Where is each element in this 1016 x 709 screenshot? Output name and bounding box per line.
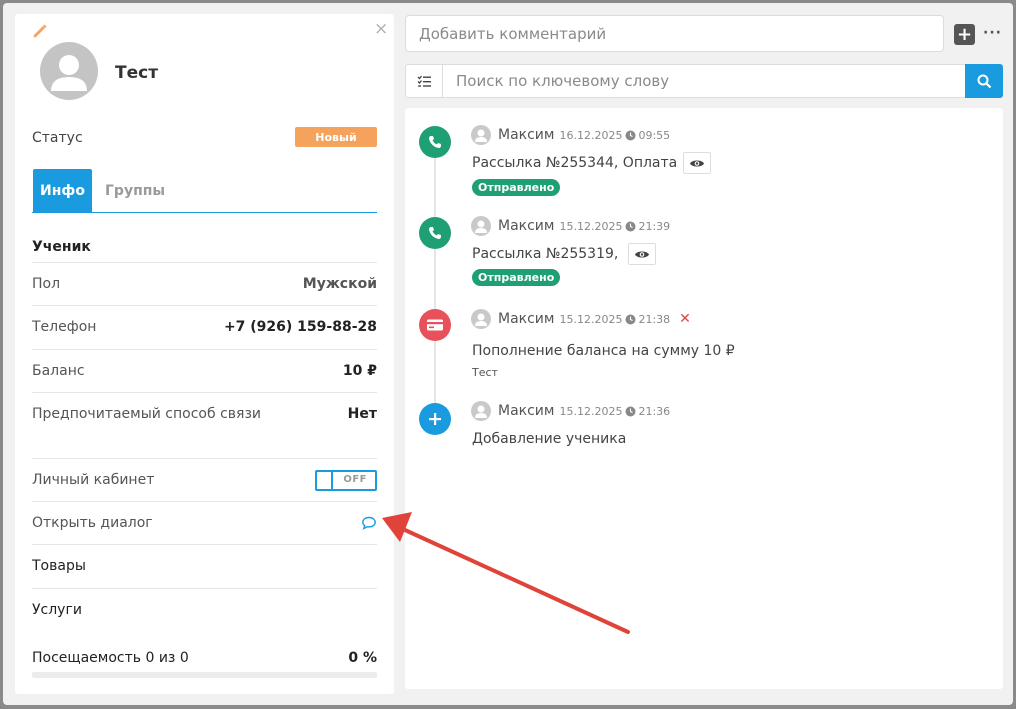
row-label: Телефон (32, 319, 97, 335)
contact-card: × Тест Статус Новый Инфо Группы Ученик П… (15, 14, 394, 694)
clock-icon (625, 314, 636, 324)
clock-icon (625, 130, 636, 140)
event-add-icon (419, 403, 451, 435)
view-button[interactable] (628, 243, 657, 265)
event-message: Пополнение баланса на сумму 10 ₽ (472, 343, 735, 359)
event-author: Максим (498, 218, 555, 234)
attendance-progress (32, 672, 377, 678)
contact-modal: × Тест Статус Новый Инфо Группы Ученик П… (3, 3, 1013, 705)
event-subtext: Тест (472, 366, 498, 379)
chat-bubble-icon[interactable] (361, 515, 377, 531)
event-time: 09:55 (638, 128, 671, 142)
event-text: Пополнение баланса на сумму 10 ₽ (472, 343, 735, 359)
timeline-line (434, 138, 436, 418)
info-row-contact-method: Предпочитаемый способ связи Нет (32, 392, 377, 435)
eye-icon (690, 160, 705, 166)
view-button[interactable] (683, 152, 712, 174)
event-phone-icon (419, 126, 451, 158)
comment-input[interactable]: Добавить комментарий (405, 15, 944, 52)
avatar (40, 42, 98, 100)
credit-card-icon (427, 319, 443, 331)
row-label[interactable]: Услуги (32, 602, 82, 618)
tab-groups[interactable]: Группы (105, 169, 165, 213)
toggle-text: OFF (343, 473, 367, 485)
event-header: Максим 16.12.2025 09:55 (471, 125, 670, 145)
event-author: Максим (498, 403, 555, 419)
row-label: Личный кабинет (32, 472, 155, 488)
event-time: 21:38 (638, 312, 671, 326)
phone-icon (429, 136, 441, 148)
checklist-icon (417, 75, 431, 87)
toggle-knob (317, 471, 333, 489)
row-label[interactable]: Товары (32, 558, 86, 574)
status-badge: Отправлено (472, 179, 561, 196)
event-author: Максим (498, 127, 555, 143)
tab-info[interactable]: Инфо (33, 169, 92, 213)
info-row-goods[interactable]: Товары (32, 544, 377, 587)
author-avatar (471, 401, 491, 421)
cabinet-toggle[interactable]: OFF (315, 469, 377, 491)
info-row-phone: Телефон +7 (926) 159-88-28 (32, 305, 377, 348)
event-text: Добавление ученика (472, 431, 626, 447)
info-row-gender: Пол Мужской (32, 262, 377, 305)
event-date: 15.12.2025 (559, 219, 623, 233)
row-value: Нет (347, 406, 377, 422)
event-date: 15.12.2025 (559, 404, 623, 418)
author-avatar (471, 309, 491, 329)
event-message: Рассылка №255319, (472, 246, 619, 262)
clock-icon (625, 406, 636, 416)
author-avatar (471, 125, 491, 145)
info-row-dialog: Открыть диалог (32, 501, 377, 544)
row-label: Предпочитаемый способ связи (32, 406, 261, 422)
event-message: Рассылка №255344, Оплата (472, 155, 678, 171)
event-payment-icon (419, 309, 451, 341)
row-label: Баланс (32, 363, 85, 379)
event-header: Максим 15.12.2025 21:38 ✕ (471, 309, 691, 329)
delete-icon[interactable]: ✕ (679, 311, 691, 327)
row-label: Посещаемость 0 из 0 (32, 649, 189, 666)
activity-feed: Максим 16.12.2025 09:55 Рассылка №255344… (405, 108, 1003, 689)
event-header: Максим 15.12.2025 21:39 (471, 216, 670, 236)
row-label: Открыть диалог (32, 515, 153, 531)
search-icon (977, 74, 991, 88)
row-label: Пол (32, 276, 61, 292)
author-avatar (471, 216, 491, 236)
close-icon[interactable]: × (374, 20, 388, 38)
event-date: 15.12.2025 (559, 312, 623, 326)
info-row-balance: Баланс 10 ₽ (32, 349, 377, 392)
row-value: 0 % (348, 649, 377, 666)
section-title: Ученик (32, 239, 91, 255)
event-time: 21:36 (638, 404, 671, 418)
tabs: Инфо Группы (32, 169, 377, 213)
event-header: Максим 15.12.2025 21:36 (471, 401, 670, 421)
event-message: Добавление ученика (472, 431, 627, 447)
event-time: 21:39 (638, 219, 671, 233)
event-text: Рассылка №255319, (472, 243, 657, 265)
plus-icon (429, 413, 441, 425)
event-text: Рассылка №255344, Оплата (472, 152, 712, 174)
event-phone-icon (419, 217, 451, 249)
search-button[interactable] (965, 64, 1003, 98)
event-date: 16.12.2025 (559, 128, 623, 142)
info-row-cabinet: Личный кабинет OFF (32, 458, 377, 501)
status-badge: Отправлено (472, 269, 561, 286)
pencil-icon[interactable] (31, 22, 49, 40)
row-value[interactable]: +7 (926) 159-88-28 (224, 319, 377, 335)
status-badge[interactable]: Новый (295, 127, 377, 147)
phone-icon (429, 227, 441, 239)
contact-name: Тест (115, 63, 159, 83)
event-author: Максим (498, 311, 555, 327)
eye-icon (635, 251, 650, 257)
more-button[interactable]: ··· (983, 25, 1002, 41)
add-button[interactable]: + (954, 24, 975, 45)
info-row-services[interactable]: Услуги (32, 588, 377, 631)
clock-icon (625, 221, 636, 231)
row-value: Мужской (302, 276, 377, 292)
row-value: 10 ₽ (342, 363, 377, 379)
search-input[interactable]: Поиск по ключевому слову (442, 64, 966, 98)
filter-button[interactable] (405, 64, 443, 98)
status-label: Статус (32, 130, 83, 146)
